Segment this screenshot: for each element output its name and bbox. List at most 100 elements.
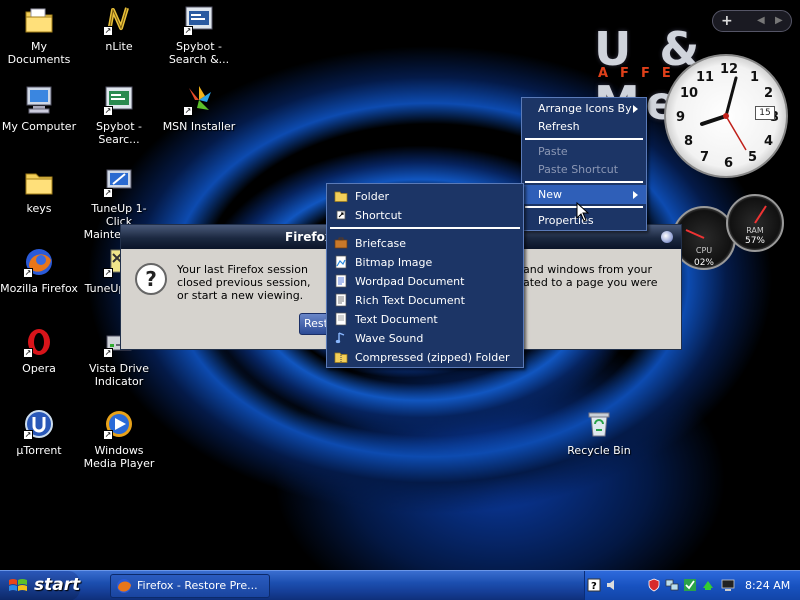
menu-item-paste: Paste: [522, 142, 646, 161]
new-text-document-item[interactable]: Text Document: [327, 310, 523, 329]
new-shortcut-item[interactable]: Shortcut: [327, 206, 523, 225]
folder-icon: [334, 191, 348, 202]
desktop-icon-label: Spybot - Searc...: [96, 120, 142, 146]
text-document-icon: [335, 312, 347, 326]
windows-logo-icon: [9, 579, 27, 591]
speaker-icon[interactable]: [605, 578, 619, 592]
desktop-icon-keys[interactable]: keys: [0, 166, 78, 215]
menu-item-label: Briefcase: [355, 237, 407, 250]
menu-item-label: Text Document: [355, 313, 438, 326]
shield-icon[interactable]: [647, 578, 661, 592]
clock-hands-icon: [700, 76, 747, 151]
taskbar-clock[interactable]: 8:24 AM: [745, 571, 790, 600]
menu-item-label: Paste Shortcut: [538, 163, 619, 176]
menu-item-label: Arrange Icons By: [538, 102, 632, 115]
taskbar-button-firefox[interactable]: Firefox - Restore Pre...: [110, 574, 270, 598]
taskbar-button-label: Firefox - Restore Pre...: [137, 579, 258, 592]
new-folder-item[interactable]: Folder: [327, 187, 523, 206]
help-icon[interactable]: ?: [587, 578, 601, 592]
gauge-needle-icon: [754, 205, 767, 224]
desktop-icon-label: keys: [26, 202, 52, 215]
menu-item-label: Paste: [538, 145, 568, 158]
spybot-icon: ↗: [183, 4, 215, 36]
bitmap-icon: [335, 255, 347, 269]
gadget-sidebar-toolbar: + ◀ ▶: [712, 10, 792, 32]
desktop-icon-opera[interactable]: ↗ Opera: [0, 326, 78, 375]
media-player-icon: ↗: [103, 408, 135, 440]
firefox-icon: [117, 579, 131, 593]
wordpad-icon: [335, 274, 347, 288]
firefox-icon: ↗: [23, 246, 55, 278]
menu-separator: [525, 181, 643, 183]
menu-item-label: Bitmap Image: [355, 256, 433, 269]
antivirus-icon[interactable]: [683, 578, 697, 592]
clock-gadget[interactable]: 12 1 2 3 4 5 6 7 8 9 10 11 15: [664, 54, 788, 178]
menu-item-label: New: [538, 188, 562, 201]
desktop-icon-label: Vista Drive Indicator: [89, 362, 149, 388]
start-button[interactable]: start: [0, 571, 80, 600]
submenu-arrow-icon: [633, 105, 638, 113]
desktop-icon-mozilla-firefox[interactable]: ↗ Mozilla Firefox: [0, 246, 78, 295]
desktop-icon-spybot-2[interactable]: ↗ Spybot - Searc...: [80, 84, 158, 146]
folder-documents-icon: [23, 4, 55, 36]
desktop-icon-utorrent[interactable]: ↗ µTorrent: [0, 408, 78, 457]
mouse-cursor-icon: [576, 202, 590, 222]
desktop-icon-spybot[interactable]: ↗ Spybot - Search &...: [160, 4, 238, 66]
desktop-icon-msn-installer[interactable]: ↗ MSN Installer: [160, 84, 238, 133]
new-bitmap-image-item[interactable]: Bitmap Image: [327, 253, 523, 272]
menu-item-label: Compressed (zipped) Folder: [355, 351, 510, 364]
menu-item-label: Wave Sound: [355, 332, 424, 345]
dialog-close-button[interactable]: [661, 231, 673, 243]
svg-text:?: ?: [591, 581, 597, 592]
desktop-icon-windows-media-player[interactable]: ↗ Windows Media Player: [80, 408, 158, 470]
desktop-icon-recycle-bin[interactable]: Recycle Bin: [560, 408, 638, 457]
desktop-icon-label: My Documents: [7, 40, 71, 66]
new-wordpad-document-item[interactable]: Wordpad Document: [327, 272, 523, 291]
menu-separator: [525, 138, 643, 140]
folder-icon: [23, 166, 55, 198]
gadget-prev-button[interactable]: ◀: [757, 15, 765, 26]
desktop-icon-label: µTorrent: [16, 444, 62, 457]
ram-gauge[interactable]: RAM 57%: [726, 194, 784, 252]
new-rich-text-document-item[interactable]: Rich Text Document: [327, 291, 523, 310]
new-briefcase-item[interactable]: Briefcase: [327, 234, 523, 253]
safely-remove-icon[interactable]: [701, 578, 715, 592]
menu-item-label: Shortcut: [355, 209, 402, 222]
desktop-icon-label: My Computer: [1, 120, 77, 133]
restore-session-button[interactable]: Restore: [299, 313, 329, 335]
spybot-icon: ↗: [103, 84, 135, 116]
menu-item-label: Refresh: [538, 120, 580, 133]
shortcut-icon: [336, 210, 346, 220]
recycle-bin-icon: [583, 408, 615, 440]
new-wave-sound-item[interactable]: Wave Sound: [327, 329, 523, 348]
network-icon[interactable]: [665, 578, 679, 592]
desktop-icon-my-computer[interactable]: My Computer: [0, 84, 78, 133]
menu-separator: [330, 227, 520, 229]
question-icon: ?: [135, 263, 167, 295]
menu-item-refresh[interactable]: Refresh: [522, 117, 646, 136]
new-compressed-folder-item[interactable]: Compressed (zipped) Folder: [327, 348, 523, 367]
msn-icon: ↗: [183, 84, 215, 116]
taskbar: start Firefox - Restore Pre... ? 8:24 AM: [0, 570, 800, 600]
monitor-icon[interactable]: [721, 578, 735, 592]
zip-folder-icon: [334, 352, 348, 363]
desktop-icon-nlite[interactable]: ↗ nLite: [80, 4, 158, 53]
desktop-icon-label: nLite: [105, 40, 133, 53]
dialog-message-right: and windows from your ated to a page you…: [523, 263, 658, 289]
desktop-icon-my-documents[interactable]: My Documents: [0, 4, 78, 66]
wave-sound-icon: [335, 332, 345, 344]
tuneup-icon: ↗: [103, 166, 135, 198]
menu-item-paste-shortcut: Paste Shortcut: [522, 160, 646, 179]
menu-item-label: Rich Text Document: [355, 294, 465, 307]
desktop-icon-label: Mozilla Firefox: [0, 282, 78, 295]
rich-text-icon: [335, 293, 347, 307]
nlite-icon: ↗: [103, 4, 135, 36]
gadget-next-button[interactable]: ▶: [775, 15, 783, 26]
dialog-message-left: Your last Firefox session closed previou…: [177, 263, 311, 302]
add-gadget-button[interactable]: +: [721, 13, 733, 29]
start-label: start: [34, 575, 81, 595]
desktop-icon-label: Opera: [22, 362, 56, 375]
new-submenu: Folder Shortcut Briefcase Bitmap Image W…: [326, 183, 524, 368]
desktop-icon-label: Windows Media Player: [83, 444, 155, 470]
menu-item-arrange-icons-by[interactable]: Arrange Icons By: [522, 99, 646, 118]
